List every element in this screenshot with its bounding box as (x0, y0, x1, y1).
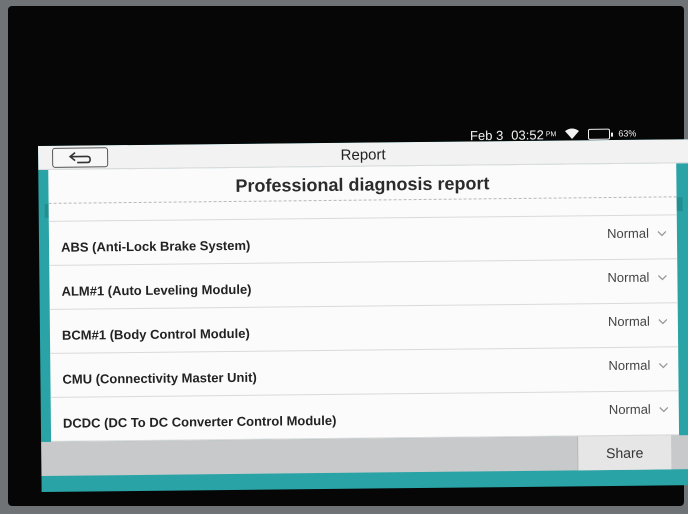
chevron-down-icon (657, 230, 667, 236)
status-label: Normal (606, 225, 650, 242)
battery-icon (588, 128, 611, 140)
module-status[interactable]: Normal (608, 313, 668, 337)
status-label: Normal (608, 401, 651, 418)
module-status[interactable]: Normal (608, 357, 668, 381)
battery-percent: 63% (618, 128, 637, 139)
module-status[interactable]: Normal (607, 225, 667, 249)
module-name: ALM#1 (Auto Leveling Module) (61, 281, 252, 299)
module-name: ABS (Anti-Lock Brake System) (60, 237, 251, 255)
report-row-bcm[interactable]: BCM#1 (Body Control Module) Normal (49, 303, 679, 354)
status-ampm: PM (545, 130, 557, 138)
wifi-icon (565, 128, 580, 140)
module-status[interactable]: Normal (607, 269, 667, 293)
status-label: Normal (607, 269, 650, 286)
module-status[interactable]: Normal (609, 401, 669, 425)
module-name: BCM#1 (Body Control Module) (61, 325, 250, 343)
module-name: CMU (Connectivity Master Unit) (62, 369, 257, 387)
chevron-down-icon (657, 274, 667, 280)
report-row-abs[interactable]: ABS (Anti-Lock Brake System) Normal (48, 215, 678, 266)
report-row-dcdc[interactable]: DCDC (DC To DC Converter Control Module)… (50, 391, 680, 442)
report-row-cmu[interactable]: CMU (Connectivity Master Unit) Normal (50, 347, 679, 398)
status-label: Normal (608, 357, 651, 374)
chevron-down-icon (658, 362, 668, 368)
share-button[interactable]: Share (577, 435, 672, 471)
chevron-down-icon (659, 406, 669, 412)
chevron-down-icon (658, 318, 668, 324)
report-row-alm[interactable]: ALM#1 (Auto Leveling Module) Normal (49, 259, 678, 310)
bottom-toolbar: Share (41, 435, 688, 476)
app-screen: Report Professional diagnosis report ABS… (38, 139, 688, 492)
report-panel: Professional diagnosis report ABS (Anti-… (48, 163, 680, 442)
module-name: DCDC (DC To DC Converter Control Module) (62, 412, 337, 431)
status-label: Normal (607, 313, 650, 330)
